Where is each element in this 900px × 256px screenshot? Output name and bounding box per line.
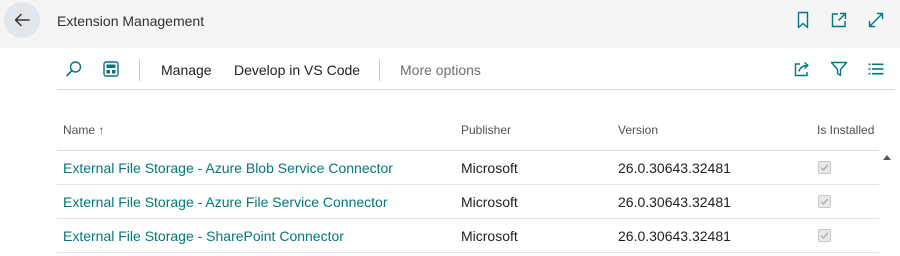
scroll-up-button[interactable] — [881, 152, 893, 162]
toolbar-divider — [379, 59, 380, 81]
installed-checkbox — [818, 195, 831, 208]
filter-button[interactable] — [830, 60, 848, 78]
layout-icon — [103, 61, 119, 77]
list-view-button[interactable] — [867, 60, 885, 78]
checkmark-icon — [820, 198, 829, 205]
more-options-button[interactable]: More options — [400, 62, 481, 78]
table-row[interactable]: External File Storage - SharePoint Conne… — [57, 219, 879, 253]
publisher-cell: Microsoft — [461, 160, 518, 176]
caret-up-icon — [883, 154, 891, 160]
share-button[interactable] — [793, 60, 811, 78]
search-icon — [66, 61, 82, 77]
version-cell: 26.0.30643.32481 — [618, 228, 731, 244]
publisher-cell: Microsoft — [461, 228, 518, 244]
installed-checkbox — [818, 229, 831, 242]
column-header-version[interactable]: Version — [618, 123, 658, 137]
installed-checkbox — [818, 161, 831, 174]
column-header-name[interactable]: Name ↑ — [63, 123, 104, 137]
bookmark-button[interactable] — [794, 11, 812, 29]
search-button[interactable] — [65, 60, 83, 78]
table-row[interactable]: External File Storage - Azure Blob Servi… — [57, 151, 879, 185]
list-view-icon — [868, 63, 884, 75]
toolbar-divider — [139, 59, 140, 81]
extension-name-link[interactable]: External File Storage - Azure File Servi… — [63, 194, 387, 210]
open-in-new-window-icon — [831, 12, 847, 28]
back-button[interactable] — [4, 2, 40, 38]
sort-ascending-icon: ↑ — [98, 123, 105, 137]
expand-button[interactable] — [867, 11, 885, 29]
extension-name-link[interactable]: External File Storage - SharePoint Conne… — [63, 228, 344, 244]
version-cell: 26.0.30643.32481 — [618, 194, 731, 210]
extension-name-link[interactable]: External File Storage - Azure Blob Servi… — [63, 160, 393, 176]
back-arrow-icon — [14, 13, 30, 27]
version-cell: 26.0.30643.32481 — [618, 160, 731, 176]
checkmark-icon — [820, 164, 829, 171]
layout-button[interactable] — [102, 60, 120, 78]
action-bar: Manage Develop in VS Code More options — [57, 48, 895, 90]
develop-in-vs-code-button[interactable]: Develop in VS Code — [234, 62, 360, 78]
expand-icon — [868, 12, 884, 28]
column-header-is-installed[interactable]: Is Installed — [817, 123, 874, 137]
column-header-publisher[interactable]: Publisher — [461, 123, 511, 137]
checkmark-icon — [820, 232, 829, 239]
filter-icon — [830, 61, 848, 77]
content-area: Manage Develop in VS Code More options N… — [0, 48, 900, 256]
open-new-window-button[interactable] — [830, 11, 848, 29]
bookmark-icon — [797, 11, 809, 29]
share-icon — [794, 61, 809, 77]
column-header-label: Name — [63, 123, 96, 137]
page-title: Extension Management — [57, 13, 205, 29]
table-row[interactable]: External File Storage - Azure File Servi… — [57, 185, 879, 219]
page-header: Extension Management — [0, 0, 900, 48]
publisher-cell: Microsoft — [461, 194, 518, 210]
manage-button[interactable]: Manage — [161, 62, 212, 78]
